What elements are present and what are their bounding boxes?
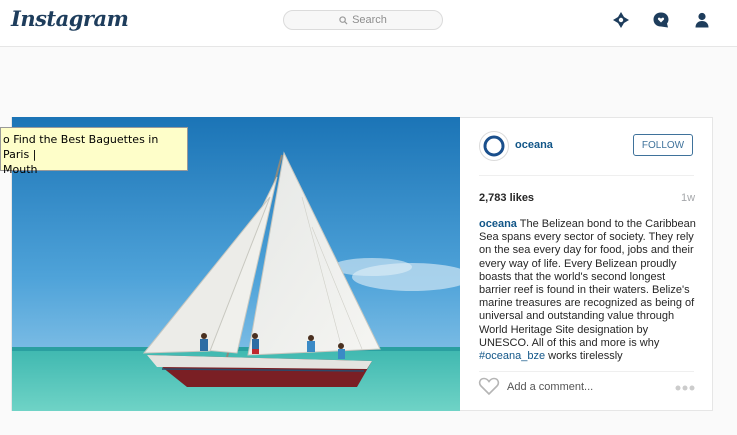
instagram-logo[interactable]: Instagram [11,6,129,31]
post-age[interactable]: 1w [681,192,695,204]
likes-count[interactable]: 2,783 likes [479,192,534,204]
tooltip-line-2: Mouth [3,163,38,176]
comment-input[interactable]: Add a comment... [507,381,593,393]
top-navigation-bar: Instagram Search [0,0,737,47]
post-caption: oceana The Belizean bond to the Caribbea… [479,218,699,363]
compass-icon[interactable] [612,11,630,29]
tooltip-line-1: o Find the Best Baguettes in Paris | [3,133,159,161]
like-heart-icon[interactable] [478,376,500,401]
divider [479,175,694,176]
follow-button[interactable]: FOLLOW [633,134,693,156]
more-options-icon[interactable] [674,379,696,397]
caption-hashtag[interactable]: #oceana_bze [479,350,545,362]
profile-icon[interactable] [693,11,711,29]
caption-text: The Belizean bond to the Caribbean Sea s… [479,218,696,349]
oceana-logo-icon [483,135,505,157]
link-tooltip: o Find the Best Baguettes in Paris | Mou… [0,127,188,176]
search-input[interactable]: Search [283,10,443,30]
divider [479,371,694,372]
post-username[interactable]: oceana [515,139,553,151]
post-side-panel: oceana FOLLOW 2,783 likes 1w oceana The … [461,117,712,411]
activity-heart-icon[interactable] [652,11,670,29]
search-icon [339,15,348,25]
search-placeholder: Search [352,14,387,26]
caption-username[interactable]: oceana [479,218,517,230]
avatar[interactable] [479,131,509,161]
caption-tail: works tirelessly [545,350,623,363]
